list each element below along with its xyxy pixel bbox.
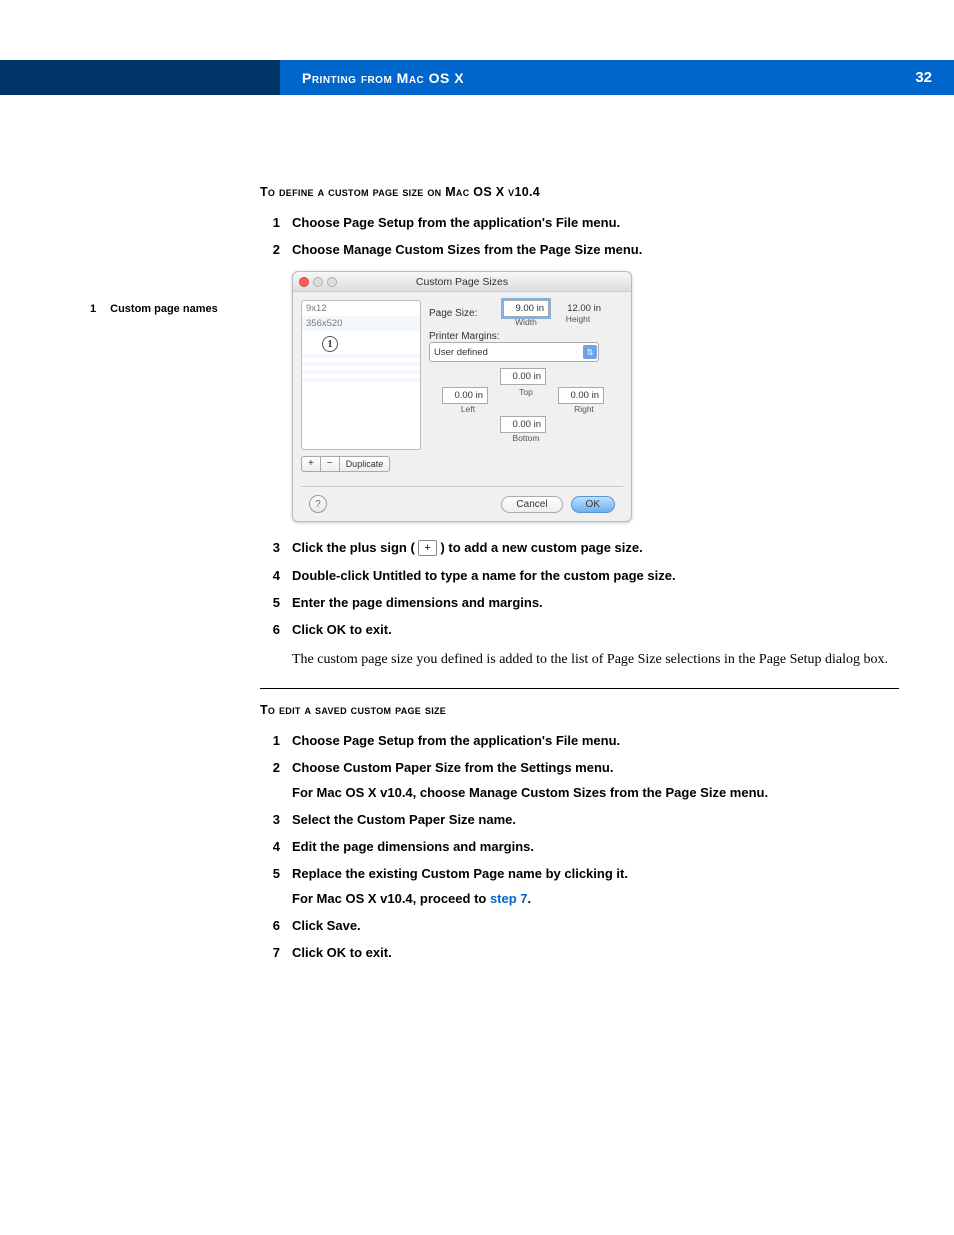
dialog-titlebar: Custom Page Sizes: [293, 272, 631, 292]
margin-column: 1 Custom page names: [0, 185, 260, 972]
ok-button[interactable]: OK: [571, 496, 615, 513]
step-row: 5 Enter the page dimensions and margins.: [260, 595, 899, 610]
step-num: 6: [260, 622, 292, 637]
list-item[interactable]: 9x12: [302, 301, 420, 316]
step-row: 3 Click the plus sign ( + ) to add a new…: [260, 540, 899, 556]
main-column: To define a custom page size on Mac OS X…: [260, 185, 954, 972]
list-item[interactable]: 356x520: [302, 316, 420, 331]
step-row: 4 Double-click Untitled to type a name f…: [260, 568, 899, 583]
page-name-panel: 9x12 356x520 1 +: [301, 300, 421, 472]
height-caption: Height: [566, 314, 591, 324]
step-text: Click OK to exit.: [292, 622, 899, 637]
page-size-row: Page Size: 9.00 in Width 12.00 in Height: [429, 300, 623, 327]
margin-left-input[interactable]: 0.00 in: [442, 387, 488, 404]
body-paragraph: The custom page size you defined is adde…: [292, 649, 899, 670]
step-row: 3 Select the Custom Paper Size name.: [260, 812, 899, 827]
margin-bottom-input[interactable]: 0.00 in: [500, 416, 546, 433]
step-row: 2 Choose Manage Custom Sizes from the Pa…: [260, 242, 899, 257]
step-text: Double-click Untitled to type a name for…: [292, 568, 899, 583]
custom-page-sizes-dialog: Custom Page Sizes 9x12 356x520 1: [292, 271, 632, 522]
dropdown-value: User defined: [434, 347, 488, 358]
margin-right-caption: Right: [558, 404, 610, 414]
dialog-title: Custom Page Sizes: [299, 276, 625, 288]
list-buttons: + − Duplicate: [301, 456, 421, 472]
height-value[interactable]: 12.00 in: [555, 303, 601, 314]
header-accent: [0, 60, 280, 95]
width-caption: Width: [515, 317, 537, 327]
step-text: Choose Manage Custom Sizes from the Page…: [292, 242, 899, 257]
help-button[interactable]: ?: [309, 495, 327, 513]
plus-icon: +: [418, 540, 436, 556]
width-input[interactable]: 9.00 in: [503, 300, 549, 317]
step-row: 4 Edit the page dimensions and margins.: [260, 839, 899, 854]
margin-bottom-caption: Bottom: [500, 433, 552, 443]
dialog-right-panel: Page Size: 9.00 in Width 12.00 in Height…: [429, 300, 623, 472]
dialog-body: 9x12 356x520 1 +: [293, 292, 631, 480]
page-name-list[interactable]: 9x12 356x520 1: [301, 300, 421, 450]
step-num: 2: [260, 242, 292, 257]
callout-num: 1: [90, 303, 96, 315]
step-num: 4: [260, 568, 292, 583]
section1-title: To define a custom page size on Mac OS X…: [260, 185, 899, 199]
step-text: Choose Custom Paper Size from the Settin…: [292, 760, 899, 775]
add-button[interactable]: +: [301, 456, 321, 472]
section-divider: [260, 688, 899, 689]
callout-text: Custom page names: [110, 303, 218, 315]
step-num: 3: [260, 540, 292, 556]
step-text: Replace the existing Custom Page name by…: [292, 866, 899, 881]
step-num: 5: [260, 866, 292, 881]
step-text: Click the plus sign ( + ) to add a new c…: [292, 540, 899, 556]
step-text: Click Save.: [292, 918, 899, 933]
step-num: 3: [260, 812, 292, 827]
page-size-label: Page Size:: [429, 308, 497, 319]
margins-dropdown[interactable]: User defined ⇅: [429, 342, 599, 362]
step-row: 7 Click OK to exit.: [260, 945, 899, 960]
margin-grid: 0.00 in 0.00 in Left Top 0.00 in Right: [429, 368, 623, 445]
step-sub: For Mac OS X v10.4, proceed to step 7.: [292, 891, 899, 906]
callout-label: 1 Custom page names: [90, 303, 250, 315]
header-content: Printing from Mac OS X 32: [280, 60, 954, 95]
step-num: 7: [260, 945, 292, 960]
chevron-updown-icon: ⇅: [583, 345, 597, 359]
page-number: 32: [915, 69, 932, 86]
dialog-footer: ? Cancel OK: [301, 486, 623, 521]
step-text: Click OK to exit.: [292, 945, 899, 960]
step-text: Edit the page dimensions and margins.: [292, 839, 899, 854]
step-row: 2 Choose Custom Paper Size from the Sett…: [260, 760, 899, 775]
step-sub: For Mac OS X v10.4, choose Manage Custom…: [292, 785, 899, 800]
margin-top-caption: Top: [500, 387, 552, 414]
step-text: Choose Page Setup from the application's…: [292, 733, 899, 748]
step-row: 1 Choose Page Setup from the application…: [260, 215, 899, 230]
step-num: 1: [260, 215, 292, 230]
step-text: Select the Custom Paper Size name.: [292, 812, 899, 827]
step-num: 6: [260, 918, 292, 933]
cancel-button[interactable]: Cancel: [501, 496, 562, 513]
printer-margins-label: Printer Margins:: [429, 331, 623, 342]
remove-button[interactable]: −: [321, 456, 340, 472]
margin-right-input[interactable]: 0.00 in: [558, 387, 604, 404]
step-row: 5 Replace the existing Custom Page name …: [260, 866, 899, 881]
step-row: 6 Click OK to exit.: [260, 622, 899, 637]
margin-top-input[interactable]: 0.00 in: [500, 368, 546, 385]
section2-title: To edit a saved custom page size: [260, 703, 899, 717]
step-num: 1: [260, 733, 292, 748]
step-row: 1 Choose Page Setup from the application…: [260, 733, 899, 748]
list-item: 1: [302, 331, 420, 354]
step-row: 6 Click Save.: [260, 918, 899, 933]
step7-link[interactable]: step 7: [490, 891, 528, 906]
content-area: 1 Custom page names To define a custom p…: [0, 95, 954, 972]
step-num: 5: [260, 595, 292, 610]
step-text: Enter the page dimensions and margins.: [292, 595, 899, 610]
callout-badge: 1: [322, 336, 338, 352]
page-header: Printing from Mac OS X 32: [0, 60, 954, 95]
step-num: 4: [260, 839, 292, 854]
step-text: Choose Page Setup from the application's…: [292, 215, 899, 230]
header-title: Printing from Mac OS X: [302, 70, 464, 86]
margin-left-caption: Left: [442, 404, 494, 414]
duplicate-button[interactable]: Duplicate: [340, 456, 391, 472]
step-num: 2: [260, 760, 292, 775]
